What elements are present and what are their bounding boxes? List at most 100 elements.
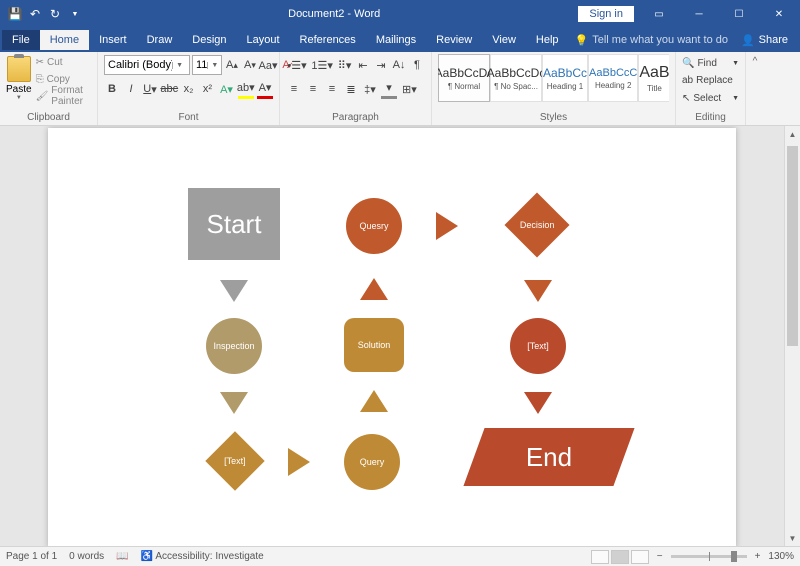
zoom-in-button[interactable]: + (755, 551, 761, 562)
page-canvas[interactable]: Start Quesry Decision Inspection Solutio… (48, 128, 736, 546)
scroll-up-icon[interactable]: ▲ (785, 126, 800, 142)
italic-button[interactable]: I (123, 79, 139, 99)
minimize-icon[interactable]: ─ (684, 0, 714, 28)
paste-label: Paste (6, 84, 32, 95)
shape-solution[interactable]: Solution (344, 318, 404, 372)
style-heading-1[interactable]: AaBbCcHeading 1 (542, 54, 588, 102)
arrow-down-icon[interactable] (220, 280, 248, 302)
shape-inspection[interactable]: Inspection (206, 318, 262, 374)
qat-customize-icon[interactable]: ▼ (68, 7, 82, 21)
zoom-level[interactable]: 130% (768, 551, 794, 562)
redo-icon[interactable]: ↻ (48, 7, 62, 21)
style-title[interactable]: AaBTitle (638, 54, 669, 102)
borders-button[interactable]: ⊞▾ (400, 79, 419, 99)
close-icon[interactable]: ✕ (764, 0, 794, 28)
maximize-icon[interactable]: ☐ (724, 0, 754, 28)
arrow-down-icon[interactable] (524, 280, 552, 302)
tab-draw[interactable]: Draw (137, 30, 183, 50)
format-painter-button[interactable]: 🖌Format Painter (36, 88, 91, 104)
group-label-editing: Editing (682, 110, 739, 125)
style-heading-2[interactable]: AaBbCcCHeading 2 (588, 54, 638, 102)
style-normal[interactable]: AaBbCcDc¶ Normal (438, 54, 490, 102)
ribbon-options-icon[interactable]: ▭ (644, 0, 674, 28)
font-color-button[interactable]: A▾ (257, 79, 273, 99)
numbering-button[interactable]: 1☰▾ (310, 55, 334, 75)
share-button[interactable]: 👤 Share (731, 30, 798, 51)
replace-button[interactable]: abReplace (682, 73, 739, 88)
justify-button[interactable]: ≣ (343, 79, 359, 99)
tab-review[interactable]: Review (426, 30, 482, 50)
bold-button[interactable]: B (104, 79, 120, 99)
select-button[interactable]: ↖Select▼ (682, 91, 739, 106)
show-marks-button[interactable]: ¶ (409, 55, 425, 75)
arrow-down-icon[interactable] (220, 392, 248, 414)
strikethrough-button[interactable]: abc (161, 79, 178, 99)
undo-icon[interactable]: ↶ (28, 7, 42, 21)
align-left-button[interactable]: ≡ (286, 79, 302, 99)
font-size-combo[interactable]: 11▼ (192, 55, 222, 75)
subscript-button[interactable]: x₂ (181, 79, 197, 99)
tab-file[interactable]: File (2, 30, 40, 50)
tab-view[interactable]: View (482, 30, 526, 50)
arrow-right-icon[interactable] (288, 448, 310, 476)
shape-decision[interactable]: Decision (504, 192, 569, 257)
status-page[interactable]: Page 1 of 1 (6, 551, 57, 562)
text-effects-button[interactable]: A▾ (219, 79, 235, 99)
superscript-button[interactable]: x² (200, 79, 216, 99)
group-clipboard: Paste ▼ ✂Cut ⎘Copy 🖌Format Painter Clipb… (0, 52, 98, 125)
save-icon[interactable]: 💾 (8, 7, 22, 21)
line-spacing-button[interactable]: ‡▾ (362, 79, 378, 99)
align-right-button[interactable]: ≡ (324, 79, 340, 99)
tab-layout[interactable]: Layout (237, 30, 290, 50)
web-layout-button[interactable] (631, 550, 649, 564)
highlight-button[interactable]: ab▾ (238, 79, 255, 99)
collapse-ribbon-icon[interactable]: ^ (746, 52, 764, 125)
shrink-font-button[interactable]: A▾ (242, 55, 258, 75)
font-family-combo[interactable]: Calibri (Body)▼ (104, 55, 190, 75)
vertical-scrollbar[interactable]: ▲ ▼ (784, 126, 800, 546)
multilevel-list-button[interactable]: ⠿▾ (336, 55, 353, 75)
shape-quesry[interactable]: Quesry (346, 198, 402, 254)
grow-font-button[interactable]: A▴ (224, 55, 240, 75)
group-label-styles: Styles (438, 110, 669, 125)
shading-button[interactable]: ▾ (381, 79, 397, 99)
arrow-up-icon[interactable] (360, 390, 388, 412)
tab-insert[interactable]: Insert (89, 30, 137, 50)
scroll-down-icon[interactable]: ▼ (785, 530, 800, 546)
cut-button[interactable]: ✂Cut (36, 54, 91, 70)
decrease-indent-button[interactable]: ⇤ (355, 55, 371, 75)
sign-in-button[interactable]: Sign in (578, 6, 634, 22)
tab-mailings[interactable]: Mailings (366, 30, 426, 50)
increase-indent-button[interactable]: ⇥ (373, 55, 389, 75)
zoom-slider[interactable] (671, 555, 747, 558)
shape-end[interactable]: End (463, 428, 634, 486)
zoom-handle[interactable] (731, 551, 737, 562)
change-case-button[interactable]: Aa▾ (260, 55, 276, 75)
arrow-up-icon[interactable] (360, 278, 388, 300)
shape-start[interactable]: Start (188, 188, 280, 260)
sort-button[interactable]: A↓ (391, 55, 407, 75)
zoom-out-button[interactable]: − (657, 551, 663, 562)
read-mode-button[interactable] (591, 550, 609, 564)
shape-text-right[interactable]: [Text] (510, 318, 566, 374)
arrow-right-icon[interactable] (436, 212, 458, 240)
style-no-spacing[interactable]: AaBbCcDc¶ No Spac... (490, 54, 542, 102)
paste-button[interactable]: Paste ▼ (6, 54, 32, 106)
print-layout-button[interactable] (611, 550, 629, 564)
status-words[interactable]: 0 words (69, 551, 104, 562)
tab-design[interactable]: Design (182, 30, 236, 50)
shape-text-diamond[interactable]: [Text] (205, 431, 264, 490)
tell-me-search[interactable]: 💡 Tell me what you want to do (575, 34, 728, 47)
tab-help[interactable]: Help (526, 30, 569, 50)
arrow-down-icon[interactable] (524, 392, 552, 414)
shape-query[interactable]: Query (344, 434, 400, 490)
find-button[interactable]: 🔍Find▼ (682, 56, 739, 71)
spell-check-icon[interactable]: 📖 (116, 551, 128, 562)
tab-home[interactable]: Home (40, 30, 89, 50)
status-accessibility[interactable]: ♿ Accessibility: Investigate (141, 551, 264, 562)
scroll-thumb[interactable] (787, 146, 798, 346)
underline-button[interactable]: U▾ (142, 79, 158, 99)
align-center-button[interactable]: ≡ (305, 79, 321, 99)
bullets-button[interactable]: •☰▾ (286, 55, 308, 75)
tab-references[interactable]: References (290, 30, 366, 50)
